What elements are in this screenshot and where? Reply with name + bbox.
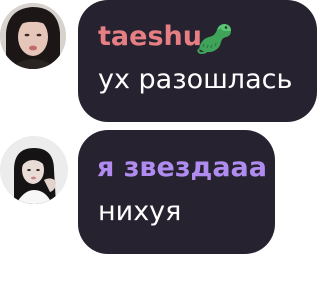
chat-message: я звездааа нихуя — [0, 128, 320, 258]
message-text: нихуя — [98, 196, 182, 227]
crocodile-icon — [195, 19, 235, 57]
chat-view: taeshu ух разошлась я звездааа нихуя — [0, 0, 320, 306]
avatar-photo-icon — [0, 136, 68, 204]
user-avatar[interactable] — [0, 3, 66, 69]
user-avatar[interactable] — [0, 136, 68, 204]
chat-message: taeshu ух разошлась — [0, 0, 320, 125]
username[interactable]: я звездааа — [97, 152, 267, 184]
username[interactable]: taeshu — [98, 21, 202, 53]
message-bubble[interactable]: я звездааа нихуя — [78, 130, 275, 254]
avatar-photo-icon — [0, 3, 66, 69]
message-text: ух разошлась — [98, 64, 293, 95]
message-bubble[interactable]: taeshu ух разошлась — [78, 0, 317, 122]
